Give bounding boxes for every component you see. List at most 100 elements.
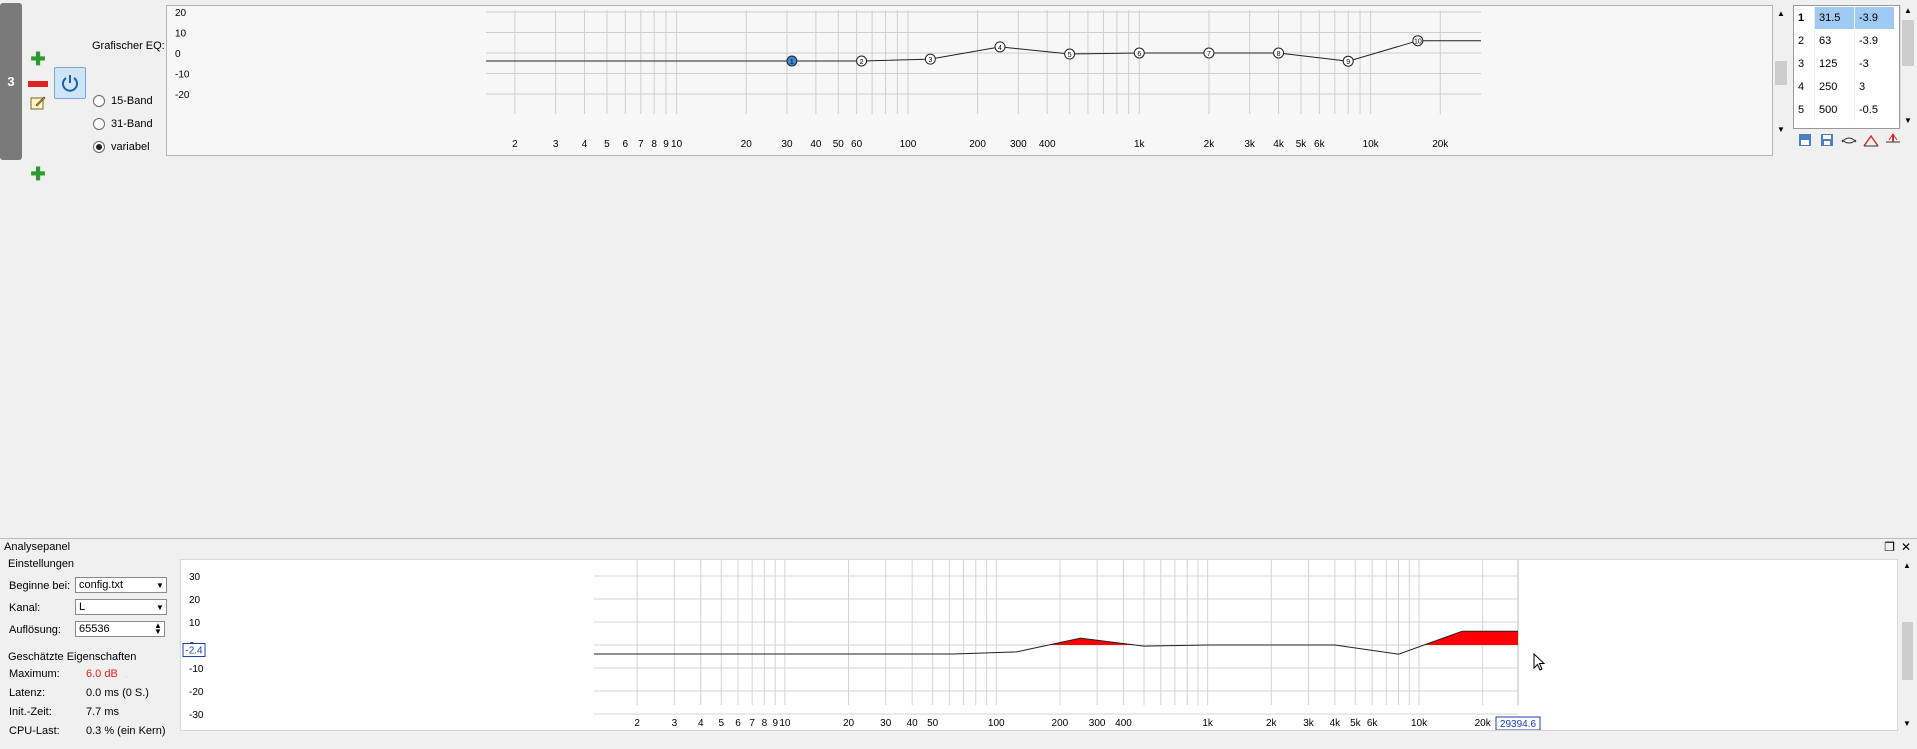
prop-label: Latenz: (9, 687, 46, 699)
scroll-down-icon[interactable]: ▼ (1903, 719, 1911, 728)
eq-graph-canvas[interactable]: 20100-10-202 3 4 5 6 7 8 9 10 20 30 40 50 60 100 200 300… (167, 6, 1772, 155)
eq-band-number: 1 (790, 59, 794, 66)
x-tick-label: 2 (512, 139, 518, 150)
x-tick-label: 40 (907, 718, 919, 729)
x-tick-label: 400 (1039, 139, 1056, 150)
band-number: 3 (1798, 58, 1805, 70)
radio-15-band[interactable] (93, 95, 105, 107)
x-tick-label: 400 (1115, 718, 1132, 729)
resolution-spinbox[interactable]: 65536 ▲ ▼ (75, 621, 165, 637)
x-tick-label: 50 (927, 718, 939, 729)
analysis-plot[interactable]: 3020100-10-20-30234567891020304050100200… (180, 559, 1898, 731)
x-tick-label: 20k (1432, 139, 1449, 150)
band-row[interactable]: 3 125 -3 (1794, 53, 1899, 75)
prop-label: Maximum: (9, 668, 60, 680)
band-gain[interactable]: -3.9 (1854, 30, 1894, 52)
mode-15-band[interactable]: 15-Band (93, 95, 153, 107)
x-tick-label: 4 (698, 718, 704, 729)
mode-31-band[interactable]: 31-Band (93, 118, 153, 130)
band-frequency[interactable]: 250 (1814, 76, 1854, 98)
resolution-value: 65536 (79, 623, 110, 635)
eq-band-number: 10 (1414, 39, 1422, 46)
channel-value: L (79, 601, 86, 613)
add-filter-icon[interactable]: ✚ (29, 50, 47, 68)
add-filter-below-icon[interactable]: ✚ (29, 165, 47, 183)
x-tick-label: 60 (851, 139, 863, 150)
eq-band-number: 6 (1137, 51, 1141, 58)
band-frequency[interactable]: 500 (1814, 99, 1854, 121)
band-frequency[interactable]: 63 (1814, 30, 1854, 52)
x-tick-label: 5 (718, 718, 724, 729)
x-tick-label: 3k (1303, 718, 1315, 729)
band-row[interactable]: 4 250 3 (1794, 76, 1899, 98)
scroll-thumb[interactable] (1902, 20, 1914, 66)
restore-icon[interactable]: ❐ (1884, 540, 1895, 554)
power-toggle-icon[interactable] (54, 67, 86, 99)
x-tick-label: 6 (622, 139, 628, 150)
close-icon[interactable]: ✕ (1901, 540, 1911, 554)
channel-select[interactable]: L ▼ (75, 599, 167, 615)
band-table[interactable]: 1 31.5 -3.9 2 63 -3.9 3 125 -3 4 250 3 5 500 -0.5 (1793, 5, 1900, 129)
remove-filter-icon[interactable]: ▬ (28, 71, 48, 91)
filter-index: 3 (7, 74, 15, 89)
scroll-up-icon[interactable]: ▲ (1903, 561, 1911, 570)
x-tick-label: 10k (1363, 139, 1380, 150)
eq-graph[interactable]: 20 10 0 -10 -20 2 3 4 5 6 7 8 9 10 20 30 40 50 60 100 200 300… (166, 5, 1773, 156)
x-tick-label: 3k (1244, 139, 1256, 150)
band-frequency[interactable]: 31.5 (1814, 7, 1854, 29)
analysis-canvas[interactable]: 3020100-10-20-30234567891020304050100200… (181, 560, 1897, 731)
band-gain[interactable]: -3.9 (1854, 7, 1894, 29)
table-scrollbar[interactable]: ▲ ▼ (1900, 6, 1915, 127)
x-tick-label: 20k (1475, 718, 1492, 729)
eq-band-number: 8 (1277, 51, 1281, 58)
prop-row: Latenz: 0.0 ms (0 S.) (9, 687, 179, 703)
reset-icon[interactable] (1885, 132, 1901, 148)
mode-label: 15-Band (111, 95, 153, 107)
x-tick-label: 8 (651, 139, 657, 150)
band-gain[interactable]: -3 (1854, 53, 1894, 75)
x-tick-label: 300 (1010, 139, 1027, 150)
x-tick-label: 30 (880, 718, 892, 729)
band-row[interactable]: 5 500 -0.5 (1794, 99, 1899, 121)
band-row[interactable]: 1 31.5 -3.9 (1794, 7, 1899, 29)
resolution-label: Auflösung: (9, 624, 61, 636)
scroll-thumb[interactable] (1775, 61, 1787, 85)
radio-31-band[interactable] (93, 118, 105, 130)
scroll-up-icon[interactable]: ▲ (1777, 9, 1785, 18)
graph-scrollbar[interactable]: ▲ ▼ (1774, 9, 1788, 135)
begin-select[interactable]: config.txt ▼ (75, 577, 167, 593)
scroll-down-icon[interactable]: ▼ (1777, 125, 1785, 134)
chevron-down-icon: ▼ (156, 580, 164, 590)
begin-label: Beginne bei: (9, 580, 71, 592)
x-tick-label: 5 (604, 139, 610, 150)
filter-index-tab[interactable]: 3 (0, 3, 22, 160)
x-tick-label: 2k (1204, 139, 1216, 150)
scroll-down-icon[interactable]: ▼ (1904, 116, 1912, 125)
eq-band-number: 5 (1068, 52, 1072, 59)
x-tick-label: 6k (1367, 718, 1379, 729)
band-number: 2 (1798, 35, 1805, 47)
band-frequency[interactable]: 125 (1814, 53, 1854, 75)
x-tick-label: 40 (810, 139, 822, 150)
x-tick-label: 3 (553, 139, 559, 150)
analysis-scroll-thumb[interactable] (1902, 622, 1913, 680)
spinner-icon[interactable]: ▲ ▼ (152, 622, 164, 636)
mode-variabel[interactable]: variabel (93, 141, 150, 153)
eq-band-number: 2 (860, 59, 864, 66)
band-gain[interactable]: -0.5 (1854, 99, 1894, 121)
prop-label: CPU-Last: (9, 725, 60, 737)
analysis-window-controls: ❐ ✕ (1884, 540, 1911, 554)
radio-variabel[interactable] (93, 141, 105, 153)
normalize-icon[interactable] (1863, 132, 1879, 148)
scroll-up-icon[interactable]: ▲ (1904, 6, 1912, 15)
x-tick-label: 1k (1202, 718, 1214, 729)
invert-response-icon[interactable] (1841, 132, 1857, 148)
x-tick-label: 10k (1411, 718, 1428, 729)
y-tick-label: 20 (175, 8, 187, 19)
eq-band-number: 7 (1207, 51, 1211, 58)
import-icon[interactable] (1797, 132, 1813, 148)
band-row[interactable]: 2 63 -3.9 (1794, 30, 1899, 52)
export-icon[interactable] (1819, 132, 1835, 148)
edit-icon[interactable] (29, 94, 47, 112)
band-gain[interactable]: 3 (1854, 76, 1894, 98)
